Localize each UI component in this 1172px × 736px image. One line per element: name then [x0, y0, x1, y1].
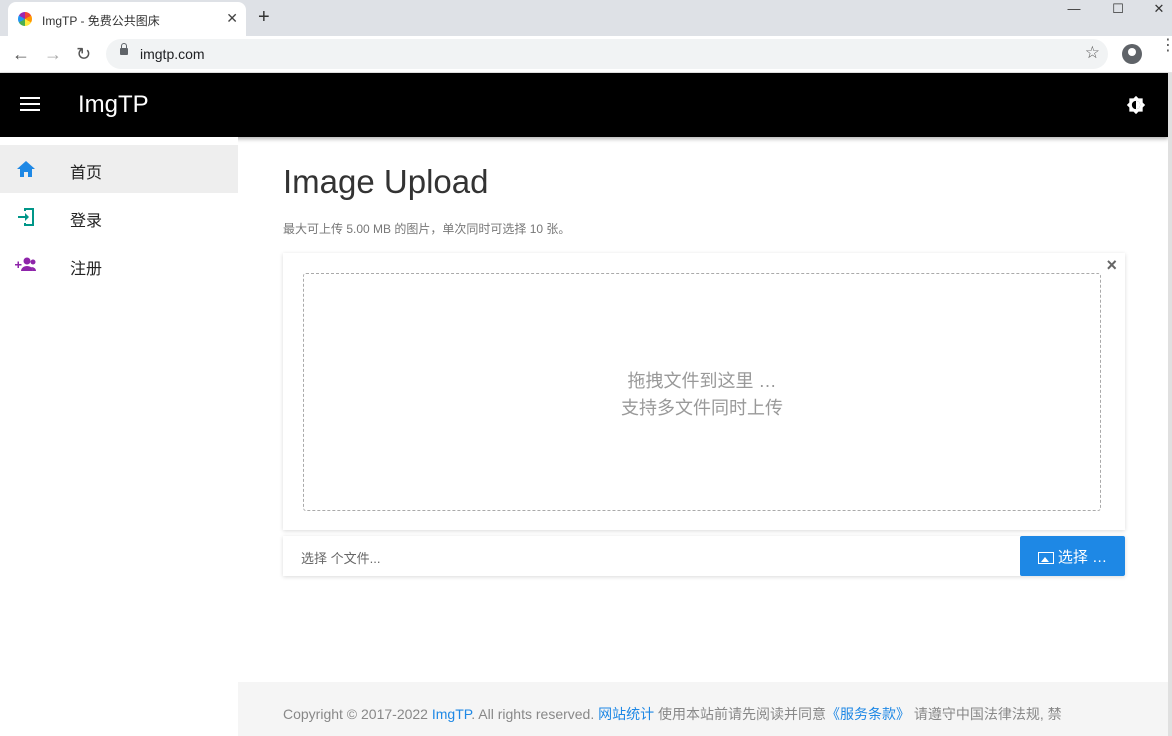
dropzone-multi-hint: 支持多文件同时上传 — [621, 398, 783, 418]
image-icon — [1037, 551, 1054, 564]
footer: Copyright © 2017-2022 ImgTP. All rights … — [238, 682, 1172, 736]
back-icon[interactable]: ← — [12, 44, 30, 65]
brand-title[interactable]: ImgTP — [78, 91, 149, 119]
dropzone[interactable]: 拖拽文件到这里 … 支持多文件同时上传 — [303, 273, 1101, 511]
maximize-button[interactable]: ☐ — [1103, 0, 1133, 18]
file-caption[interactable]: 选择 个文件... — [301, 548, 380, 567]
account-icon[interactable] — [1122, 44, 1142, 64]
sidebar-item-home[interactable]: 首页 — [0, 145, 238, 193]
choose-file-button[interactable]: 选择 … — [1020, 536, 1125, 576]
sidebar-item-label: 注册 — [70, 261, 103, 278]
choose-button-label: 选择 … — [1057, 548, 1108, 566]
login-icon — [18, 208, 34, 226]
app-header: ImgTP — [0, 73, 1168, 137]
add-user-icon — [15, 257, 36, 271]
terms-link[interactable]: 《服务条款》 — [826, 706, 910, 722]
sidebar: 首页 登录 注册 — [0, 137, 238, 736]
page-scrollbar[interactable] — [1168, 73, 1172, 736]
sidebar-item-register[interactable]: 注册 — [0, 241, 238, 289]
law-notice-text: 请遵守中国法律法规, 禁 — [910, 706, 1062, 722]
url-text: imgtp.com — [140, 46, 205, 62]
hamburger-icon[interactable] — [20, 97, 40, 113]
brand-link[interactable]: ImgTP — [432, 706, 471, 722]
reload-icon[interactable]: ↻ — [76, 44, 91, 65]
forward-icon[interactable]: → — [44, 44, 62, 65]
bookmark-star-icon[interactable]: ☆ — [1085, 43, 1100, 63]
page-title: Image Upload — [283, 163, 489, 200]
new-tab-button[interactable]: + — [258, 6, 270, 29]
browser-tabstrip: ImgTP - 免费公共图床 ✕ + — ☐ ✕ — [0, 0, 1172, 36]
copyright-text: Copyright © 2017-2022 — [283, 706, 432, 722]
browser-tab[interactable]: ImgTP - 免费公共图床 ✕ — [8, 2, 246, 36]
brightness-icon[interactable] — [1126, 95, 1146, 115]
favicon-icon — [18, 12, 32, 26]
dropzone-hint: 拖拽文件到这里 … — [627, 371, 777, 391]
tab-close-icon[interactable]: ✕ — [226, 10, 238, 27]
footer-text: Copyright © 2017-2022 ImgTP. All rights … — [283, 704, 1062, 724]
home-icon — [17, 161, 35, 177]
sidebar-item-label: 登录 — [70, 213, 103, 230]
address-bar[interactable]: imgtp.com ☆ — [106, 39, 1108, 69]
file-input-bar: 选择 个文件... 选择 … — [283, 536, 1125, 576]
minimize-button[interactable]: — — [1059, 0, 1089, 18]
browser-menu-icon[interactable]: ⋮ — [1160, 38, 1172, 54]
browser-toolbar: ← → ↻ imgtp.com ☆ — [0, 36, 1172, 73]
rights-text: . All rights reserved. — [471, 706, 599, 722]
notice-text: 使用本站前请先阅读并同意 — [654, 706, 827, 722]
upload-card: × 拖拽文件到这里 … 支持多文件同时上传 — [283, 253, 1125, 530]
lock-icon — [120, 43, 128, 55]
sidebar-item-label: 首页 — [70, 165, 103, 182]
stats-link[interactable]: 网站统计 — [598, 706, 654, 722]
sidebar-item-login[interactable]: 登录 — [0, 193, 238, 241]
upload-limits-text: 最大可上传 5.00 MB 的图片，单次同时可选择 10 张。 — [283, 222, 571, 236]
close-window-button[interactable]: ✕ — [1144, 0, 1172, 18]
close-icon[interactable]: × — [1106, 255, 1117, 276]
tab-title: ImgTP - 免费公共图床 — [42, 14, 160, 28]
